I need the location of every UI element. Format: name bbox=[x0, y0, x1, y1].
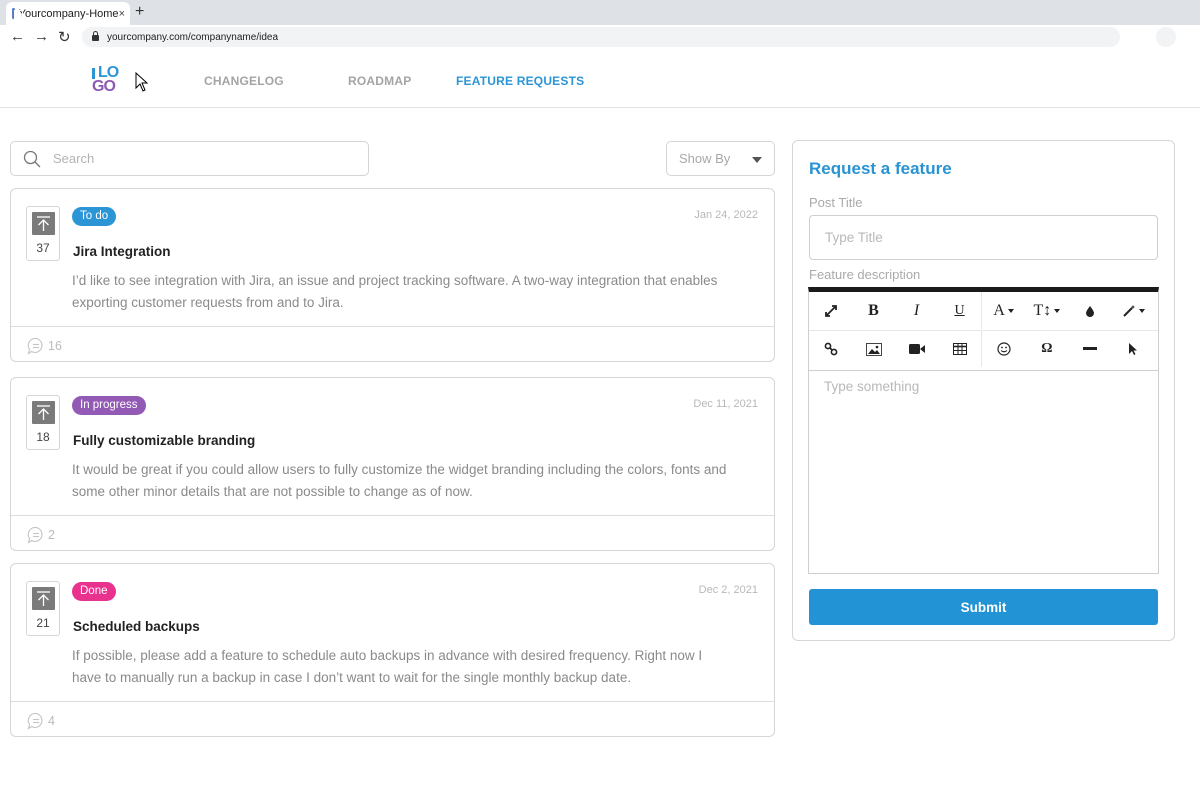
request-feature-panel: Request a feature Post Title Type Title … bbox=[792, 140, 1175, 641]
comment-icon bbox=[27, 712, 43, 730]
new-tab-button[interactable]: + bbox=[135, 3, 144, 21]
show-by-label: Show By bbox=[679, 151, 731, 166]
comment-icon bbox=[27, 526, 43, 544]
browser-tabbar: Yourcompany-Home × + bbox=[0, 0, 1200, 25]
url-text: yourcompany.com/companyname/idea bbox=[107, 31, 279, 43]
upvote-box[interactable]: 21 bbox=[26, 581, 60, 636]
upvote-button[interactable] bbox=[32, 587, 55, 610]
editor-toolbar-row-1: B I U A T↕ bbox=[809, 292, 1158, 329]
search-placeholder: Search bbox=[53, 151, 95, 166]
font-size-icon: T↕ bbox=[1033, 301, 1052, 319]
caret-down-icon bbox=[752, 157, 762, 163]
comments-link[interactable]: 16 bbox=[27, 337, 62, 355]
search-icon bbox=[23, 150, 41, 167]
request-title[interactable]: Scheduled backups bbox=[73, 619, 200, 634]
image-icon[interactable] bbox=[852, 331, 895, 367]
search-input[interactable]: Search bbox=[10, 141, 369, 176]
comment-icon bbox=[27, 337, 43, 355]
link-icon[interactable] bbox=[809, 331, 852, 367]
description-textarea[interactable]: Type something bbox=[809, 370, 1158, 574]
status-badge: To do bbox=[72, 207, 117, 226]
vote-count: 18 bbox=[36, 430, 50, 444]
panel-heading: Request a feature bbox=[809, 159, 952, 178]
horizontal-rule-icon[interactable] bbox=[1069, 331, 1112, 367]
upvote-box[interactable]: 37 bbox=[26, 206, 60, 261]
forward-icon[interactable]: → bbox=[34, 28, 49, 45]
upvote-button[interactable] bbox=[32, 212, 55, 235]
font-size-dropdown[interactable]: T↕ bbox=[1025, 292, 1068, 329]
italic-icon[interactable]: I bbox=[895, 292, 938, 329]
post-title-label: Post Title bbox=[809, 195, 863, 210]
rich-text-editor: B I U A T↕ Ω Type something bbox=[808, 287, 1159, 574]
table-icon[interactable] bbox=[938, 331, 981, 367]
request-date: Dec 2, 2021 bbox=[698, 584, 758, 596]
bold-icon[interactable]: B bbox=[852, 292, 895, 329]
fullscreen-icon[interactable] bbox=[809, 292, 852, 329]
card-footer: 2 bbox=[11, 515, 774, 551]
upvote-box[interactable]: 18 bbox=[26, 395, 60, 450]
editor-toolbar-row-2: Ω bbox=[809, 330, 1158, 367]
nav-roadmap[interactable]: ROADMAP bbox=[348, 74, 411, 88]
post-title-input[interactable]: Type Title bbox=[809, 215, 1158, 260]
favicon-icon bbox=[12, 8, 22, 19]
request-title[interactable]: Jira Integration bbox=[73, 244, 171, 259]
feature-request-card[interactable]: 21 Done Dec 2, 2021 Scheduled backups If… bbox=[10, 563, 775, 737]
comment-count: 16 bbox=[48, 339, 62, 353]
show-by-dropdown[interactable]: Show By bbox=[666, 141, 775, 176]
vote-count: 37 bbox=[36, 241, 50, 255]
font-color-dropdown[interactable]: A bbox=[982, 292, 1025, 329]
comment-count: 2 bbox=[48, 528, 55, 542]
profile-avatar[interactable] bbox=[1156, 27, 1176, 47]
submit-button[interactable]: Submit bbox=[809, 589, 1158, 625]
feature-request-card[interactable]: 18 In progress Dec 11, 2021 Fully custom… bbox=[10, 377, 775, 551]
status-badge: Done bbox=[72, 582, 116, 601]
underline-icon[interactable]: U bbox=[938, 292, 981, 329]
description-placeholder: Type something bbox=[824, 379, 920, 394]
mouse-cursor-icon bbox=[135, 72, 149, 92]
upvote-arrow-icon bbox=[37, 216, 50, 231]
upvote-button[interactable] bbox=[32, 401, 55, 424]
comments-link[interactable]: 2 bbox=[27, 526, 55, 544]
app-header: LO GO CHANGELOG ROADMAP FEATURE REQUESTS bbox=[0, 50, 1200, 108]
request-description: I’d like to see integration with Jira, a… bbox=[72, 273, 718, 310]
video-icon[interactable] bbox=[895, 331, 938, 367]
upvote-arrow-icon bbox=[37, 405, 50, 420]
request-description: If possible, please add a feature to sch… bbox=[72, 648, 703, 685]
company-logo[interactable]: LO GO bbox=[92, 65, 124, 98]
color-drop-icon[interactable] bbox=[1069, 292, 1112, 329]
nav-feature-requests[interactable]: FEATURE REQUESTS bbox=[456, 74, 584, 88]
request-description: It would be great if you could allow use… bbox=[72, 462, 727, 499]
url-bar[interactable]: yourcompany.com/companyname/idea bbox=[82, 27, 1120, 47]
select-cursor-icon[interactable] bbox=[1112, 331, 1155, 367]
browser-tab[interactable]: Yourcompany-Home × bbox=[6, 2, 130, 25]
font-color-icon: A bbox=[993, 301, 1005, 319]
magic-wand-dropdown[interactable] bbox=[1112, 292, 1155, 329]
tab-title: Yourcompany-Home bbox=[18, 7, 119, 20]
card-footer: 4 bbox=[11, 701, 774, 737]
emoji-icon[interactable] bbox=[982, 331, 1025, 367]
card-footer: 16 bbox=[11, 326, 774, 362]
comment-count: 4 bbox=[48, 714, 55, 728]
special-char-icon[interactable]: Ω bbox=[1025, 331, 1068, 367]
magic-wand-icon bbox=[1123, 304, 1135, 317]
vote-count: 21 bbox=[36, 616, 50, 630]
reload-icon[interactable]: ↻ bbox=[58, 28, 71, 46]
nav-changelog[interactable]: CHANGELOG bbox=[204, 74, 284, 88]
feature-description-label: Feature description bbox=[809, 267, 921, 282]
request-date: Dec 11, 2021 bbox=[693, 398, 758, 410]
address-bar-row: ← → ↻ yourcompany.com/companyname/idea bbox=[0, 25, 1200, 50]
feature-request-card[interactable]: 37 To do Jan 24, 2022 Jira Integration I… bbox=[10, 188, 775, 362]
back-icon[interactable]: ← bbox=[10, 28, 25, 45]
post-title-placeholder: Type Title bbox=[825, 230, 883, 245]
lock-icon bbox=[92, 31, 99, 41]
request-date: Jan 24, 2022 bbox=[694, 209, 758, 221]
status-badge: In progress bbox=[72, 396, 146, 415]
comments-link[interactable]: 4 bbox=[27, 712, 55, 730]
tab-close-icon[interactable]: × bbox=[119, 8, 125, 20]
request-title[interactable]: Fully customizable branding bbox=[73, 433, 255, 448]
upvote-arrow-icon bbox=[37, 591, 50, 606]
